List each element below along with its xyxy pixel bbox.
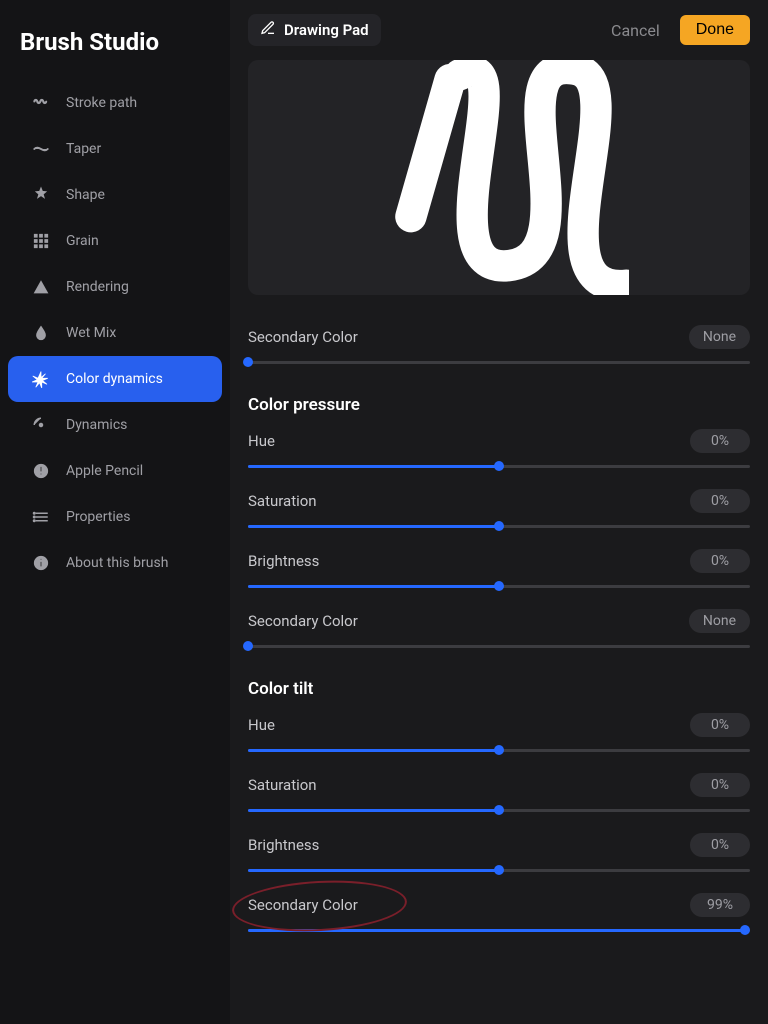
color-tilt-brightness-label: Brightness <box>248 836 319 854</box>
apple-pencil-icon <box>32 462 50 480</box>
header: Drawing Pad Cancel Done <box>248 0 750 60</box>
color-pressure-hue: Hue 0% <box>248 429 750 473</box>
shape-icon <box>32 186 50 204</box>
color-pressure-secondary-color-value[interactable]: None <box>689 609 750 633</box>
drawing-pad-toggle[interactable]: Drawing Pad <box>248 14 381 46</box>
color-tilt-secondary-color: Secondary Color 99% <box>248 893 750 937</box>
color-pressure-brightness-slider[interactable] <box>248 579 750 593</box>
controls-area: Secondary ColorNoneColor pressureHue0%Sa… <box>248 325 750 937</box>
color-tilt-hue-slider[interactable] <box>248 743 750 757</box>
color-pressure-brightness-value[interactable]: 0% <box>690 549 750 573</box>
app-title: Brush Studio <box>0 20 230 80</box>
sidebar-item-color-dynamics[interactable]: Color dynamics <box>8 356 222 402</box>
sidebar-item-label: About this brush <box>66 555 168 571</box>
color-pressure-secondary-color: Secondary Color None <box>248 609 750 653</box>
header-title: Drawing Pad <box>284 21 369 39</box>
sidebar-item-stroke-path[interactable]: Stroke path <box>8 80 222 126</box>
sidebar-item-label: Properties <box>66 509 130 525</box>
sidebar-item-taper[interactable]: Taper <box>8 126 222 172</box>
sidebar-item-label: Apple Pencil <box>66 463 143 479</box>
drawing-canvas[interactable] <box>248 60 750 295</box>
sidebar-item-shape[interactable]: Shape <box>8 172 222 218</box>
stroke-path-icon <box>32 94 50 112</box>
color-tilt-saturation-label: Saturation <box>248 776 317 794</box>
done-button[interactable]: Done <box>680 15 750 45</box>
color-dynamics-icon <box>32 370 50 388</box>
color-pressure-secondary-color-slider[interactable] <box>248 639 750 653</box>
section-title: Color tilt <box>248 679 750 699</box>
cancel-button[interactable]: Cancel <box>601 15 670 46</box>
color-pressure-brightness-label: Brightness <box>248 552 319 570</box>
sidebar-item-dynamics[interactable]: Dynamics <box>8 402 222 448</box>
color-tilt-hue-value[interactable]: 0% <box>690 713 750 737</box>
sidebar-item-label: Dynamics <box>66 417 127 433</box>
secondary-color-stamp: Secondary Color None <box>248 325 750 369</box>
color-pressure-saturation: Saturation 0% <box>248 489 750 533</box>
color-pressure-hue-slider[interactable] <box>248 459 750 473</box>
properties-icon <box>32 508 50 526</box>
sidebar-item-label: Color dynamics <box>66 371 163 387</box>
sidebar-item-label: Stroke path <box>66 95 137 111</box>
wet-mix-icon <box>32 324 50 342</box>
about-icon <box>32 554 50 572</box>
dynamics-icon <box>32 416 50 434</box>
secondary-color-stamp-slider[interactable] <box>248 355 750 369</box>
color-tilt-brightness-value[interactable]: 0% <box>690 833 750 857</box>
taper-icon <box>32 140 50 158</box>
color-tilt-hue: Hue 0% <box>248 713 750 757</box>
color-pressure-saturation-slider[interactable] <box>248 519 750 533</box>
sidebar: Brush Studio Stroke path Taper Shape Grain R… <box>0 0 230 1024</box>
rendering-icon <box>32 278 50 296</box>
edit-icon <box>260 20 276 40</box>
color-tilt-brightness: Brightness 0% <box>248 833 750 877</box>
sidebar-item-label: Rendering <box>66 279 129 295</box>
sidebar-item-label: Taper <box>66 141 101 157</box>
sidebar-item-wet-mix[interactable]: Wet Mix <box>8 310 222 356</box>
color-tilt-saturation: Saturation 0% <box>248 773 750 817</box>
sidebar-item-label: Shape <box>66 187 105 203</box>
sidebar-item-grain[interactable]: Grain <box>8 218 222 264</box>
color-tilt-secondary-color-slider[interactable] <box>248 923 750 937</box>
color-pressure-saturation-value[interactable]: 0% <box>690 489 750 513</box>
color-pressure-hue-value[interactable]: 0% <box>690 429 750 453</box>
sidebar-item-label: Wet Mix <box>66 325 116 341</box>
sidebar-item-apple-pencil[interactable]: Apple Pencil <box>8 448 222 494</box>
section-title: Color pressure <box>248 395 750 415</box>
color-tilt-saturation-slider[interactable] <box>248 803 750 817</box>
sidebar-item-label: Grain <box>66 233 99 249</box>
sidebar-item-rendering[interactable]: Rendering <box>8 264 222 310</box>
color-tilt-brightness-slider[interactable] <box>248 863 750 877</box>
color-pressure-hue-label: Hue <box>248 432 275 450</box>
sidebar-nav: Stroke path Taper Shape Grain Rendering Wet M… <box>0 80 230 586</box>
stroke-preview <box>369 60 629 295</box>
color-pressure-saturation-label: Saturation <box>248 492 317 510</box>
secondary-color-stamp-label: Secondary Color <box>248 328 358 346</box>
color-pressure-brightness: Brightness 0% <box>248 549 750 593</box>
secondary-color-stamp-value[interactable]: None <box>689 325 750 349</box>
sidebar-item-properties[interactable]: Properties <box>8 494 222 540</box>
color-pressure-secondary-color-label: Secondary Color <box>248 612 358 630</box>
sidebar-item-about[interactable]: About this brush <box>8 540 222 586</box>
grain-icon <box>32 232 50 250</box>
color-tilt-secondary-color-label: Secondary Color <box>248 896 358 914</box>
color-tilt-secondary-color-value[interactable]: 99% <box>690 893 750 917</box>
color-tilt-saturation-value[interactable]: 0% <box>690 773 750 797</box>
main-panel: Drawing Pad Cancel Done Secondary Color N… <box>230 0 768 1024</box>
color-tilt-hue-label: Hue <box>248 716 275 734</box>
